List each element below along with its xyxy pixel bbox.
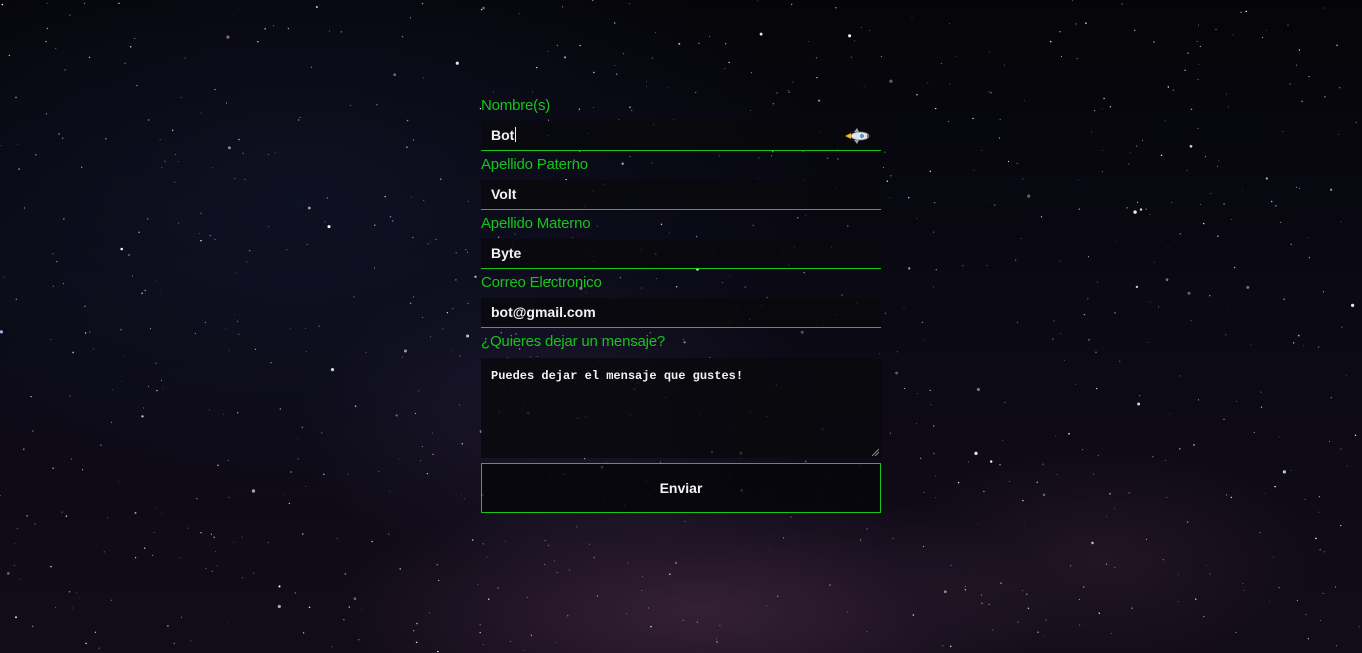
maternal-surname-label: Apellido Materno bbox=[481, 215, 591, 232]
message-label: ¿Quieres dejar un mensaje? bbox=[481, 333, 666, 350]
maternal-surname-input[interactable]: Byte bbox=[481, 239, 881, 269]
resize-grip-icon[interactable] bbox=[871, 448, 879, 456]
text-caret bbox=[515, 127, 517, 142]
message-value: Puedes dejar el mensaje que gustes! bbox=[491, 369, 744, 383]
first-name-input[interactable]: Bot bbox=[481, 121, 881, 151]
message-textarea[interactable]: Puedes dejar el mensaje que gustes! bbox=[481, 358, 881, 458]
paternal-surname-input[interactable]: Volt bbox=[481, 180, 881, 210]
paternal-surname-label: Apellido Paterno bbox=[481, 156, 588, 173]
email-label: Correo Electronico bbox=[481, 274, 602, 291]
email-input[interactable]: bot@gmail.com bbox=[481, 298, 881, 328]
paternal-surname-value: Volt bbox=[491, 186, 517, 202]
maternal-surname-value: Byte bbox=[491, 245, 522, 261]
first-name-label: Nombre(s) bbox=[481, 97, 551, 114]
contact-form: Nombre(s) Bot Apellido Paterno Volt Apel… bbox=[481, 96, 881, 513]
submit-button[interactable]: Enviar bbox=[481, 463, 881, 513]
email-value: bot@gmail.com bbox=[491, 304, 596, 320]
rocket-icon[interactable] bbox=[843, 126, 871, 146]
first-name-value: Bot bbox=[491, 127, 515, 143]
